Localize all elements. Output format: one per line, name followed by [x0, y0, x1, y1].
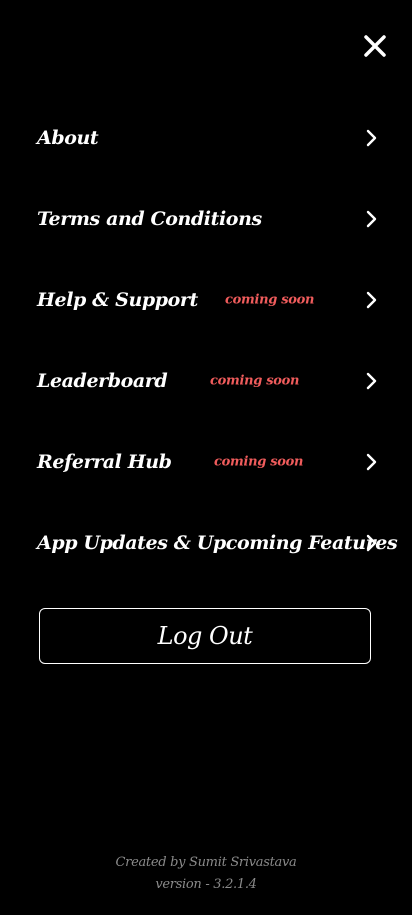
menu-item-about[interactable]: About: [0, 97, 412, 178]
logout-button[interactable]: Log Out: [39, 608, 371, 664]
menu-item-referral-hub[interactable]: Referral Hub coming soon: [0, 421, 412, 502]
menu-list: About Terms and Conditions Help & Suppor…: [0, 97, 412, 583]
menu-item-leaderboard[interactable]: Leaderboard coming soon: [0, 340, 412, 421]
menu-item-app-updates[interactable]: App Updates & Upcoming Features: [0, 502, 412, 583]
footer-version: version - 3.2.1.4: [155, 877, 257, 892]
coming-soon-badge: coming soon: [210, 373, 300, 388]
footer: Created by Sumit Srivastava version - 3.…: [0, 852, 412, 896]
close-button[interactable]: [361, 32, 389, 60]
menu-item-help-support[interactable]: Help & Support coming soon: [0, 259, 412, 340]
chevron-right-icon: [366, 534, 377, 551]
menu-item-label: About: [37, 126, 99, 149]
menu-item-label: App Updates & Upcoming Features: [37, 531, 398, 554]
logout-label: Log Out: [157, 622, 253, 650]
chevron-right-icon: [366, 129, 377, 146]
menu-item-terms[interactable]: Terms and Conditions: [0, 178, 412, 259]
chevron-right-icon: [366, 210, 377, 227]
close-icon: [364, 35, 386, 57]
chevron-right-icon: [366, 291, 377, 308]
coming-soon-badge: coming soon: [214, 454, 304, 469]
menu-item-label: Leaderboard: [37, 369, 168, 392]
menu-item-label: Referral Hub: [37, 450, 172, 473]
footer-credit: Created by Sumit Srivastava: [115, 855, 297, 870]
menu-item-label: Help & Support: [37, 288, 198, 311]
coming-soon-badge: coming soon: [225, 292, 315, 307]
chevron-right-icon: [366, 453, 377, 470]
menu-item-label: Terms and Conditions: [37, 207, 262, 230]
chevron-right-icon: [366, 372, 377, 389]
